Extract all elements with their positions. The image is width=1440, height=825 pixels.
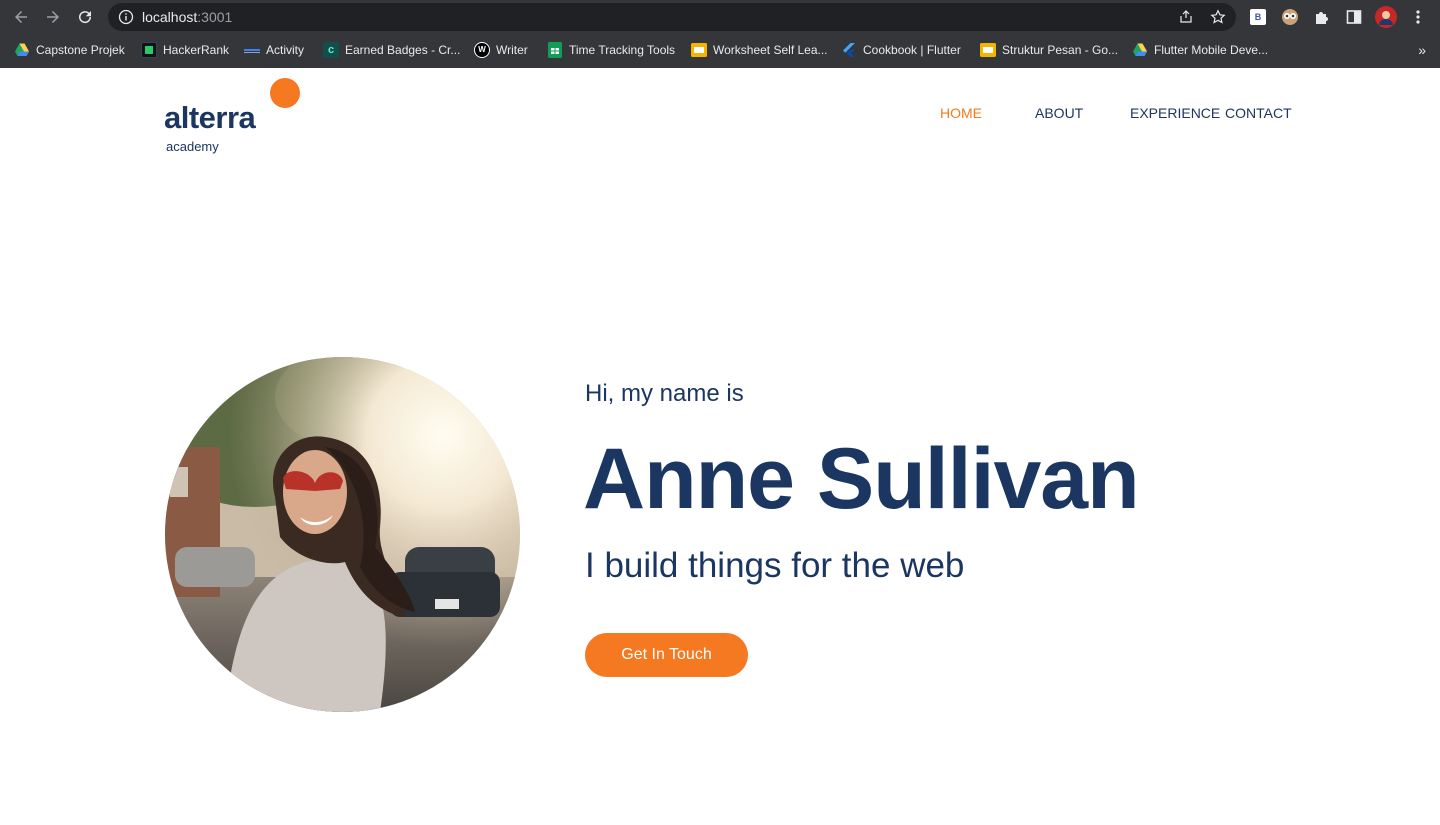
bookmark-label: Worksheet Self Lea... [713,43,828,57]
bookmarks-bar: Capstone Projek HackerRank Activity c Ea… [0,36,1440,64]
extension-owl-icon[interactable] [1280,7,1300,27]
flutter-icon [843,43,855,57]
reload-icon [79,11,92,24]
browser-chrome: localhost:3001 B Capstone Projek HackerR… [0,0,1440,68]
bookmark-item[interactable]: Capstone Projek [14,40,125,60]
bookmark-label: Activity [266,43,305,57]
logo-wordmark: alterra [164,100,256,135]
activity-icon [244,49,260,53]
logo-subtitle: academy [166,139,219,154]
bookmark-label: Flutter Mobile Deve... [1154,43,1269,57]
bookmark-label: Time Tracking Tools [569,43,676,57]
nav-about[interactable]: ABOUT [1035,105,1083,121]
bookmark-label: Earned Badges - Cr... [345,43,461,57]
kebab-menu-icon[interactable] [1408,7,1428,27]
nav-contact[interactable]: CONTACT [1225,105,1292,121]
bookmark-label: Cookbook | Flutter [863,43,961,57]
google-drive-icon [1133,43,1147,56]
arrow-left-icon [15,11,27,23]
sheets-icon [548,42,562,58]
puzzle-icon[interactable] [1312,7,1332,27]
bookmark-label: Struktur Pesan - Go... [1002,43,1119,57]
slides-icon [691,43,707,57]
back-button[interactable] [9,5,33,29]
bookmarks-overflow-button[interactable]: » [1418,42,1426,58]
side-panel-icon[interactable] [1344,7,1364,27]
logo-dot [270,78,300,108]
browser-toolbar: localhost:3001 B [0,0,1440,34]
nav-experience[interactable]: EXPERIENCE [1130,105,1220,121]
share-icon[interactable] [1178,9,1194,25]
bookmark-item[interactable]: c Earned Badges - Cr... [323,40,460,60]
bookmark-label: Writer [496,43,528,57]
url-text[interactable]: localhost:3001 [142,9,232,25]
profile-photo [165,357,520,712]
hackerrank-icon [141,42,157,58]
slides-icon [980,43,996,57]
extension-b-icon[interactable]: B [1248,7,1268,27]
url-host: localhost [142,9,198,25]
hero-greeting: Hi, my name is [585,380,744,407]
bookmark-item[interactable]: W Writer [474,40,528,60]
bookmark-item[interactable]: Activity [244,40,304,60]
hero-name: Anne Sullivan [583,431,1140,527]
bookmark-label: HackerRank [163,43,230,57]
bookmark-item[interactable]: HackerRank [141,40,229,60]
bookmark-item[interactable]: Struktur Pesan - Go... [980,40,1118,60]
alterra-logo[interactable]: alterra academy [164,78,304,154]
bookmark-item[interactable]: Worksheet Self Lea... [691,40,828,60]
bookmark-item[interactable]: Time Tracking Tools [547,40,675,60]
bookmark-label: Capstone Projek [36,43,125,57]
nav-home[interactable]: HOME [940,105,982,121]
url-port: :3001 [197,9,233,25]
profile-avatar[interactable] [1375,6,1397,28]
profile-photo-illustration [165,357,520,712]
hero-tagline: I build things for the web [585,546,965,585]
info-icon[interactable] [118,9,134,25]
writer-icon: W [474,42,490,58]
star-icon[interactable] [1210,9,1226,25]
page: alterra academy HOME ABOUT EXPERIENCE CO… [0,68,1440,825]
forward-button[interactable] [41,5,65,29]
reload-button[interactable] [73,5,97,29]
address-bar[interactable]: localhost:3001 [108,3,1236,31]
bookmark-item[interactable]: Flutter Mobile Deve... [1132,40,1268,60]
credly-icon: c [323,42,339,58]
get-in-touch-button[interactable]: Get In Touch [585,633,748,677]
arrow-right-icon [47,11,59,23]
bookmark-item[interactable]: Cookbook | Flutter [841,40,961,60]
google-drive-icon [15,43,29,56]
